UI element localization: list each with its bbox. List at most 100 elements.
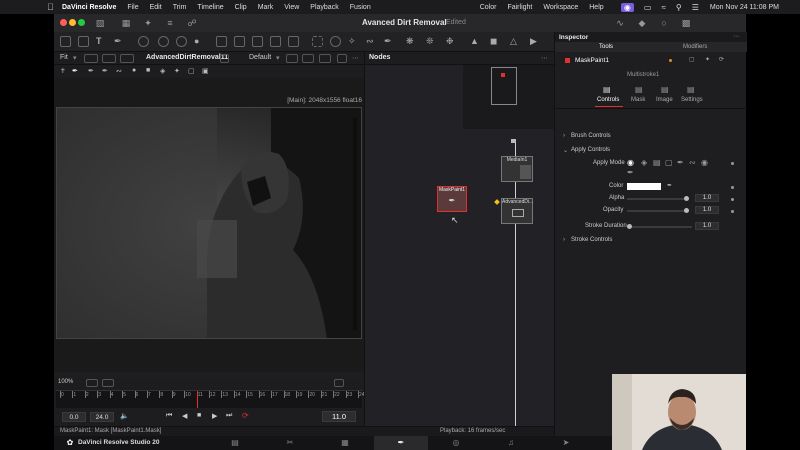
node-mediain1[interactable]: MediaIn1 — [501, 156, 533, 182]
color-swatch[interactable] — [627, 183, 661, 190]
page-deliver-icon[interactable]: ➤ — [560, 438, 572, 448]
eraser-icon[interactable]: ◈ — [160, 67, 165, 75]
zoom-dropdown-icon[interactable]: ▾ — [73, 54, 77, 62]
particles-icon[interactable]: ❉ — [446, 36, 457, 47]
loop-icon[interactable]: ⟳ — [242, 411, 249, 420]
timeline-option-button[interactable] — [86, 379, 98, 387]
play-icon[interactable]: ▶ — [212, 412, 217, 420]
particles-emitter-icon[interactable]: ❋ — [406, 36, 417, 47]
multistroke-icon[interactable]: ✝ — [60, 67, 66, 75]
select-stroke-icon[interactable]: ▣ — [202, 67, 209, 75]
alpha-slider[interactable] — [627, 198, 687, 200]
color-keyframe[interactable] — [731, 186, 734, 189]
nodes-toggle-icon[interactable]: ☍ — [186, 17, 198, 29]
node-editor[interactable]: Nodes ⋯ MediaIn1 AdvancedDi... MaskPaint… — [364, 52, 555, 426]
apply-clone-mode-icon[interactable]: ◈ — [641, 158, 647, 167]
inspector-toggle-icon[interactable]: ▩ — [680, 17, 692, 29]
timeline-expand-button[interactable] — [334, 379, 344, 387]
current-time-field[interactable]: 11.0 — [322, 411, 356, 422]
tool-pin-icon[interactable]: ✦ — [705, 56, 710, 63]
menu-file[interactable]: File — [127, 4, 138, 11]
polygon-mask-icon[interactable]: ✧ — [348, 36, 359, 47]
rect-stroke-icon[interactable]: ■ — [146, 67, 150, 74]
render-end-field[interactable]: 24.0 — [90, 412, 114, 422]
3d-camera-icon[interactable]: ▶ — [530, 36, 541, 47]
close-window-button[interactable] — [60, 19, 67, 26]
viewer-ratio-button[interactable] — [84, 54, 98, 63]
opacity-keyframe[interactable] — [731, 210, 734, 213]
viewer-options-button[interactable] — [120, 54, 134, 63]
menu-clip[interactable]: Clip — [235, 4, 247, 11]
menu-view[interactable]: View — [284, 4, 299, 11]
screen-record-icon[interactable]: ◉ — [620, 2, 634, 12]
menu-fairlight[interactable]: Fairlight — [507, 4, 532, 11]
background-tool-icon[interactable] — [60, 36, 71, 47]
viewer-menu-icon[interactable]: ⋯ — [352, 54, 359, 62]
blur-tool-icon[interactable] — [138, 36, 149, 47]
image-tab-icon[interactable]: ▤ — [661, 85, 669, 94]
viewer-mode[interactable]: Default — [249, 54, 271, 61]
subtab-controls[interactable]: Controls — [597, 97, 619, 103]
tool-color-swatch[interactable] — [565, 58, 570, 63]
opacity-slider-knob[interactable] — [684, 208, 689, 213]
inspector-menu-icon[interactable]: ⋯ — [733, 33, 739, 40]
wand-icon[interactable]: ✦ — [174, 67, 180, 75]
menu-help[interactable]: Help — [589, 4, 603, 11]
apply-merge-mode-icon[interactable]: ✒ — [677, 158, 684, 167]
alpha-field[interactable]: 1.0 — [695, 194, 719, 202]
drop-tool-icon[interactable]: ● — [194, 36, 205, 47]
stroke-duration-slider[interactable] — [632, 226, 692, 228]
tool-lock-icon[interactable]: ▢ — [689, 56, 695, 63]
transform-tool-icon[interactable] — [252, 36, 263, 47]
viewer-lut-button[interactable] — [102, 54, 116, 63]
opacity-field[interactable]: 1.0 — [695, 206, 719, 214]
color-corrector-icon[interactable] — [158, 36, 169, 47]
keyframes-icon[interactable]: ◆ — [636, 17, 648, 29]
viewer-split-button[interactable] — [337, 54, 347, 63]
menu-color[interactable]: Color — [480, 4, 497, 11]
merge-tool-icon[interactable] — [216, 36, 227, 47]
viewer-frame[interactable] — [56, 107, 362, 339]
brush-controls-section[interactable]: › Brush Controls — [555, 132, 747, 142]
stop-icon[interactable]: ■ — [197, 412, 201, 419]
page-media-icon[interactable]: ▤ — [229, 438, 241, 448]
opacity-slider[interactable] — [627, 210, 687, 212]
rectangle-mask-icon[interactable] — [312, 36, 323, 47]
go-to-start-icon[interactable]: ⏮ — [166, 412, 172, 420]
apply-erase-mode-icon[interactable]: ▢ — [665, 158, 673, 167]
minimize-window-button[interactable] — [69, 19, 76, 26]
apply-controls-section[interactable]: ⌄ Apply Controls — [555, 146, 747, 156]
tab-modifiers[interactable]: Modifiers — [683, 44, 707, 50]
tool-enable-dot[interactable] — [669, 59, 672, 62]
menu-app[interactable]: DaVinci Resolve — [62, 4, 116, 11]
page-cut-icon[interactable]: ✂ — [284, 438, 296, 448]
page-color-icon[interactable]: ◎ — [450, 438, 462, 448]
node-advanced-dirt-removal[interactable]: AdvancedDi... — [501, 198, 533, 224]
text-tool-icon[interactable]: T — [96, 36, 107, 47]
control-center-icon[interactable]: ☰ — [692, 3, 699, 12]
3d-shape-icon[interactable]: ▲ — [470, 36, 481, 47]
apply-smear-mode-icon[interactable]: ∾ — [689, 158, 696, 167]
subtab-image[interactable]: Image — [656, 97, 673, 103]
tab-tools[interactable]: Tools — [599, 44, 613, 50]
viewer-roi-button[interactable] — [302, 54, 314, 63]
timeline-option2-button[interactable] — [102, 379, 114, 387]
brush-tool-icon[interactable]: ✒ — [114, 36, 125, 47]
resize-tool-icon[interactable] — [270, 36, 281, 47]
alpha-keyframe[interactable] — [731, 198, 734, 201]
node-editor-menu-icon[interactable]: ⋯ — [541, 54, 548, 62]
viewer-channel-button[interactable] — [286, 54, 298, 63]
timeline-scale[interactable]: 100% — [58, 379, 73, 385]
apply-wire-mode-icon[interactable]: ✒ — [627, 168, 634, 177]
viewer[interactable]: [Main]: 2048x1556 float16 — [54, 78, 364, 372]
fill-icon[interactable]: ● — [132, 67, 136, 74]
matte-tool-icon[interactable] — [234, 36, 245, 47]
stroke-controls-section[interactable]: › Stroke Controls — [555, 236, 747, 246]
controls-tab-icon[interactable]: ▤ — [603, 85, 611, 94]
menu-mark[interactable]: Mark — [258, 4, 274, 11]
render-start-field[interactable]: 0.0 — [62, 412, 86, 422]
mode-dropdown-icon[interactable]: ▾ — [276, 54, 280, 62]
clips-icon[interactable]: ▦ — [120, 17, 132, 29]
polyline-stroke-icon[interactable]: ✒ — [102, 67, 108, 75]
menu-timeline[interactable]: Timeline — [197, 4, 223, 11]
